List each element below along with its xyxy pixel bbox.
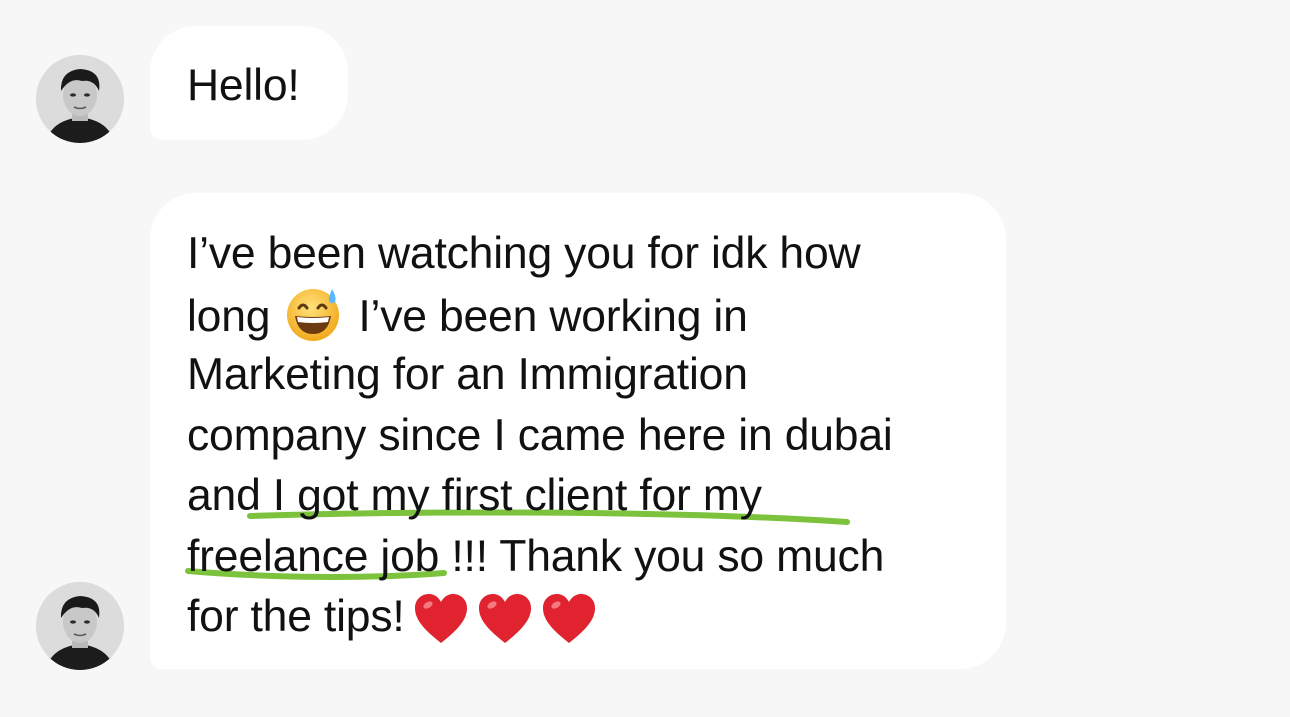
message-bubble[interactable]: Hello! — [150, 26, 348, 140]
message-fragment: long — [187, 291, 271, 341]
red-heart-icon — [413, 593, 469, 662]
message-text: I’ve been watching you for idk how long … — [187, 224, 893, 648]
message-line: company since I came here in dubai — [187, 410, 893, 460]
avatar[interactable] — [36, 582, 124, 670]
avatar[interactable] — [36, 55, 124, 143]
message-fragment: for the tips! — [187, 592, 405, 641]
red-heart-icon — [477, 593, 533, 662]
profile-photo-icon — [36, 582, 124, 670]
message-line: Marketing for an Immigration — [187, 350, 748, 399]
message-line-with-emoji: long I’ve been working in — [187, 285, 893, 346]
profile-photo-icon — [36, 55, 124, 143]
message-line: I’ve been watching you for idk how — [187, 229, 861, 278]
message-line: Hello! — [187, 61, 300, 110]
message-text: Hello! — [187, 56, 300, 117]
message-bubble[interactable]: I’ve been watching you for idk how long … — [150, 193, 1006, 669]
message-line-with-hearts: for the tips! — [187, 587, 893, 648]
message-line: freelance job !!! Thank you so much — [187, 531, 885, 581]
message-line: and I got my first client for my — [187, 471, 762, 520]
red-heart-icon — [541, 593, 597, 662]
message-fragment: I’ve been working in — [358, 291, 748, 341]
